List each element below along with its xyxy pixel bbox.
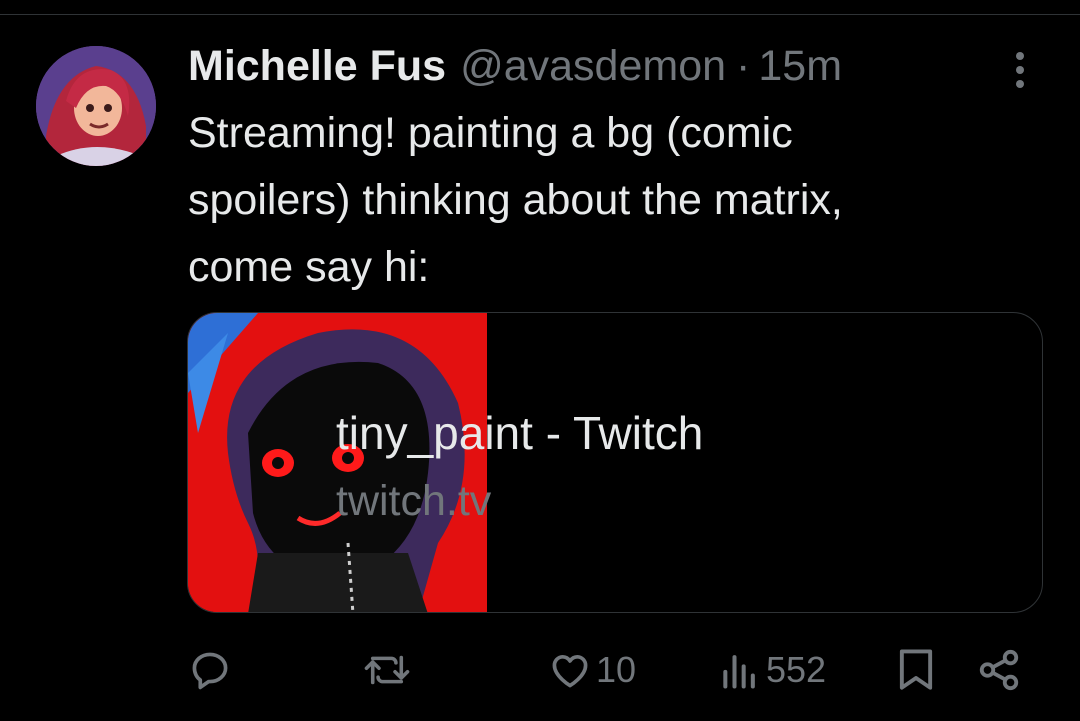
top-divider xyxy=(0,14,1080,15)
link-card[interactable] xyxy=(187,312,1043,613)
action-bar: 10 552 xyxy=(0,640,1080,700)
tweet-header: Michelle Fus @avasdemon · 15m xyxy=(188,38,842,94)
like-button[interactable]: 10 xyxy=(548,640,636,700)
reply-icon xyxy=(192,652,228,690)
author-avatar[interactable] xyxy=(36,46,156,166)
card-title[interactable]: tiny_paint - Twitch xyxy=(336,405,703,461)
header-separator: · xyxy=(736,42,751,90)
more-icon-dot xyxy=(1016,66,1024,74)
views-button[interactable]: 552 xyxy=(718,640,826,700)
card-domain: twitch.tv xyxy=(336,477,492,525)
like-count: 10 xyxy=(596,649,637,690)
tweet-timestamp[interactable]: 15m xyxy=(758,38,842,94)
avatar-illustration xyxy=(36,46,156,166)
repost-button[interactable] xyxy=(362,640,412,700)
heart-icon xyxy=(552,654,588,688)
author-handle[interactable]: @avasdemon xyxy=(460,38,726,94)
reply-button[interactable] xyxy=(188,640,232,700)
more-icon-dot xyxy=(1016,80,1024,88)
bookmark-icon xyxy=(899,649,933,690)
repost-icon xyxy=(364,655,410,685)
more-icon xyxy=(1016,52,1024,60)
tweet-text: Streaming! painting a bg (comic spoilers… xyxy=(188,109,843,291)
author-name[interactable]: Michelle Fus xyxy=(188,38,446,94)
share-icon xyxy=(979,649,1019,691)
card-thumbnail xyxy=(188,313,487,612)
share-button[interactable] xyxy=(976,640,1022,700)
analytics-icon xyxy=(723,655,755,689)
more-options-button[interactable] xyxy=(1000,46,1040,94)
view-count: 552 xyxy=(766,649,827,690)
bookmark-button[interactable] xyxy=(896,640,936,700)
